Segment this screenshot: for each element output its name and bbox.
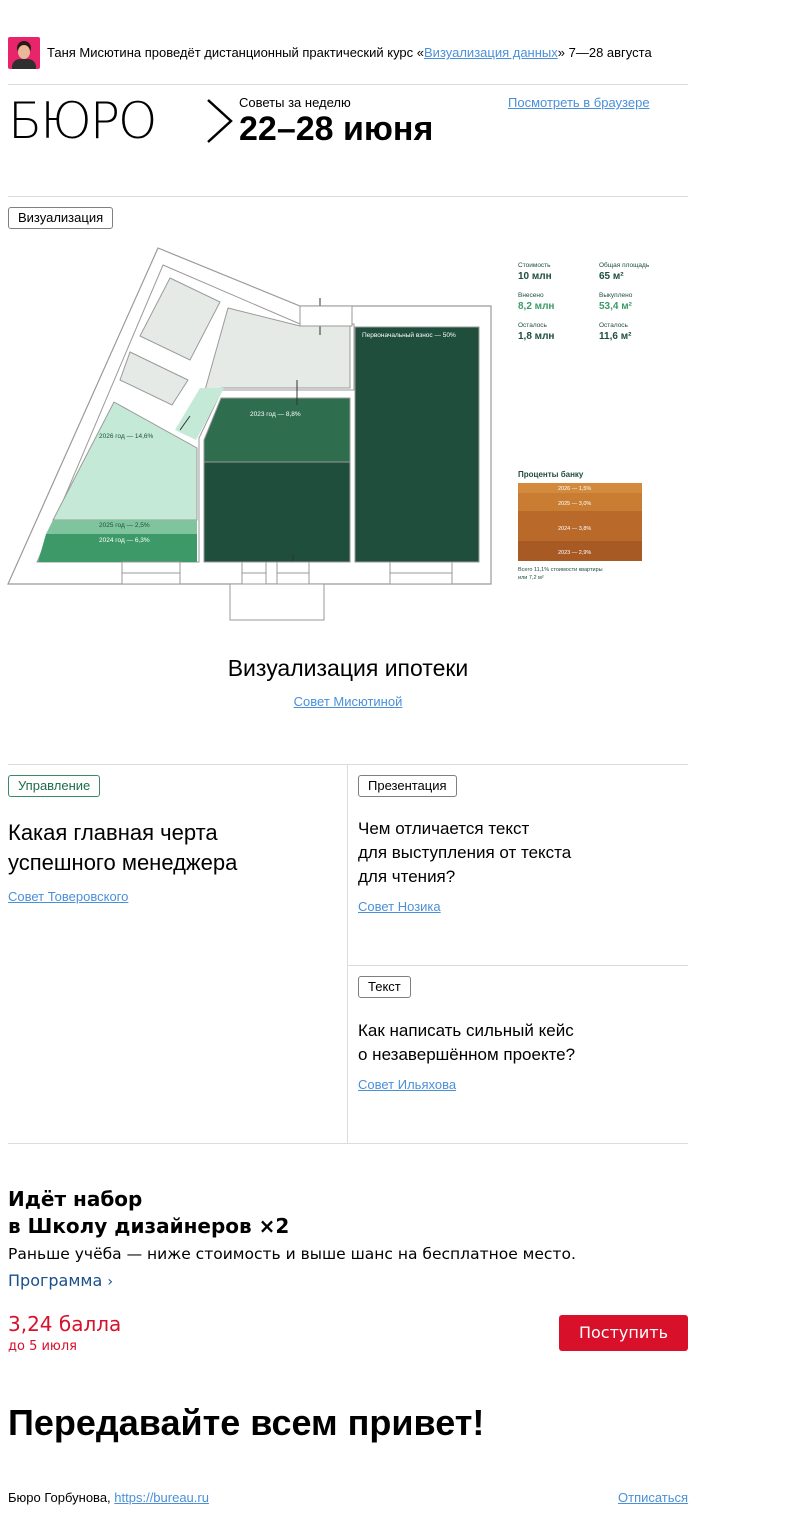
divider-cards-vertical [347,765,348,1143]
plan-label-2024: 2024 год — 6,3% [99,537,150,544]
tag-text[interactable]: Текст [358,976,411,998]
divider-header [8,196,688,197]
promo-course-link[interactable]: Визуализация данных [424,45,558,60]
school-headline-2-row: в Школу дизайнеров ×2 [8,1213,576,1240]
promo-line: Таня Мисютина проведёт дистанционный пра… [47,45,652,60]
divider-cards-right [348,965,688,966]
stat-value-2: 8,2 млн [518,301,554,312]
stat-label-5: Осталось [599,322,629,329]
view-in-browser-link[interactable]: Посмотреть в браузере [508,95,650,110]
divider-cards-bottom [8,1143,688,1144]
chevron-right-icon: › [107,1274,113,1290]
school-description: Раньше учёба — ниже стоимость и выше шан… [8,1245,576,1263]
apply-button[interactable]: Поступить [559,1315,688,1351]
tag-presentation[interactable]: Презентация [358,775,457,797]
farewell-heading: Передавайте всем привет! [8,1402,485,1443]
bank-row-label-0: 2026 — 1,5% [558,486,591,492]
bank-note-1: Всего 11,1% стоимости квартиры [518,567,603,573]
card-byline-management[interactable]: Совет Товеровского [8,889,128,904]
tag-visualization[interactable]: Визуализация [8,207,114,229]
promo-text-before: Таня Мисютина проведёт дистанционный пра… [47,45,425,60]
author-avatar [8,37,40,69]
stat-label-1: Общая площадь [599,261,650,269]
plan-area-dark-lower [203,461,351,563]
school-headline-2: в Школу дизайнеров [8,1214,252,1238]
card-title-text[interactable]: Как написать сильный кейс о незавершённо… [358,1019,575,1067]
plan-area-initial [354,326,480,563]
plan-label-2025: 2025 год — 2,5% [99,522,150,529]
school-deadline: до 5 июля [8,1339,77,1354]
feature-title[interactable]: Визуализация ипотеки [8,655,688,682]
school-headline-1: Идёт набор [8,1187,143,1211]
bank-note-2: или 7,2 м² [518,575,544,581]
card-title-presentation[interactable]: Чем отличается текст для выступления от … [358,817,571,889]
stat-value-1: 65 м² [599,271,624,282]
feature-byline[interactable]: Совет Мисютиной [294,694,403,709]
footer-site-link[interactable]: https://bureau.ru [114,1490,209,1505]
divider-cards-top [8,764,688,765]
mortgage-floor-plan[interactable]: Первоначальный взнос — 50% 2023 год — 8,… [0,240,690,635]
logo-text: БЮРО [8,92,157,150]
school-program-row[interactable]: Программа › [8,1268,576,1295]
bank-row-label-3: 2023 — 2,9% [558,550,591,556]
bank-title: Проценты банку [518,470,584,479]
school-promo: Идёт набор в Школу дизайнеров ×2 Раньше … [8,1186,576,1295]
stat-value-4: 1,8 млн [518,331,554,342]
stat-value-5: 11,6 м² [599,331,632,342]
stat-label-2: Внесено [518,292,544,299]
logo-chevron-icon [207,99,233,143]
plan-label-2026: 2026 год — 14,6% [99,433,154,440]
school-program-link[interactable]: Программа [8,1271,102,1290]
card-title-management[interactable]: Какая главная черта успешного менеджера [8,818,237,878]
school-x2: ×2 [258,1214,290,1238]
stat-label-4: Осталось [518,322,548,329]
card-byline-presentation[interactable]: Совет Нозика [358,899,441,914]
plan-label-initial: Первоначальный взнос — 50% [362,331,456,339]
plan-stats: Стоимость 10 млн Общая площадь 65 м² Вне… [518,261,650,342]
promo-text-after: » 7—28 августа [557,45,652,60]
plan-label-2023: 2023 год — 8,8% [250,411,301,418]
issue-subtitle: Советы за неделю [239,95,351,110]
stat-label-0: Стоимость [518,262,551,269]
stat-value-3: 53,4 м² [599,301,633,312]
bureau-logo[interactable]: БЮРО [8,86,157,156]
unsubscribe-link[interactable]: Отписаться [618,1490,688,1505]
plan-balcony [229,583,325,621]
stat-label-3: Выкуплено [599,292,633,299]
issue-dates: 22–28 июня [239,110,434,148]
divider-top [8,84,688,85]
stat-value-0: 10 млн [518,271,552,282]
bank-row-label-1: 2025 — 3,0% [558,501,591,507]
footer-company: Бюро Горбунова, https://bureau.ru [8,1490,209,1505]
footer-company-name: Бюро Горбунова, [8,1490,111,1505]
school-score: 3,24 балла [8,1312,122,1336]
feature-byline-wrap: Совет Мисютиной [8,694,688,709]
card-byline-text[interactable]: Совет Ильяхова [358,1077,456,1092]
bank-row-label-2: 2024 — 3,8% [558,526,591,532]
tag-management[interactable]: Управление [8,775,101,797]
plan-area-2023 [203,397,351,463]
